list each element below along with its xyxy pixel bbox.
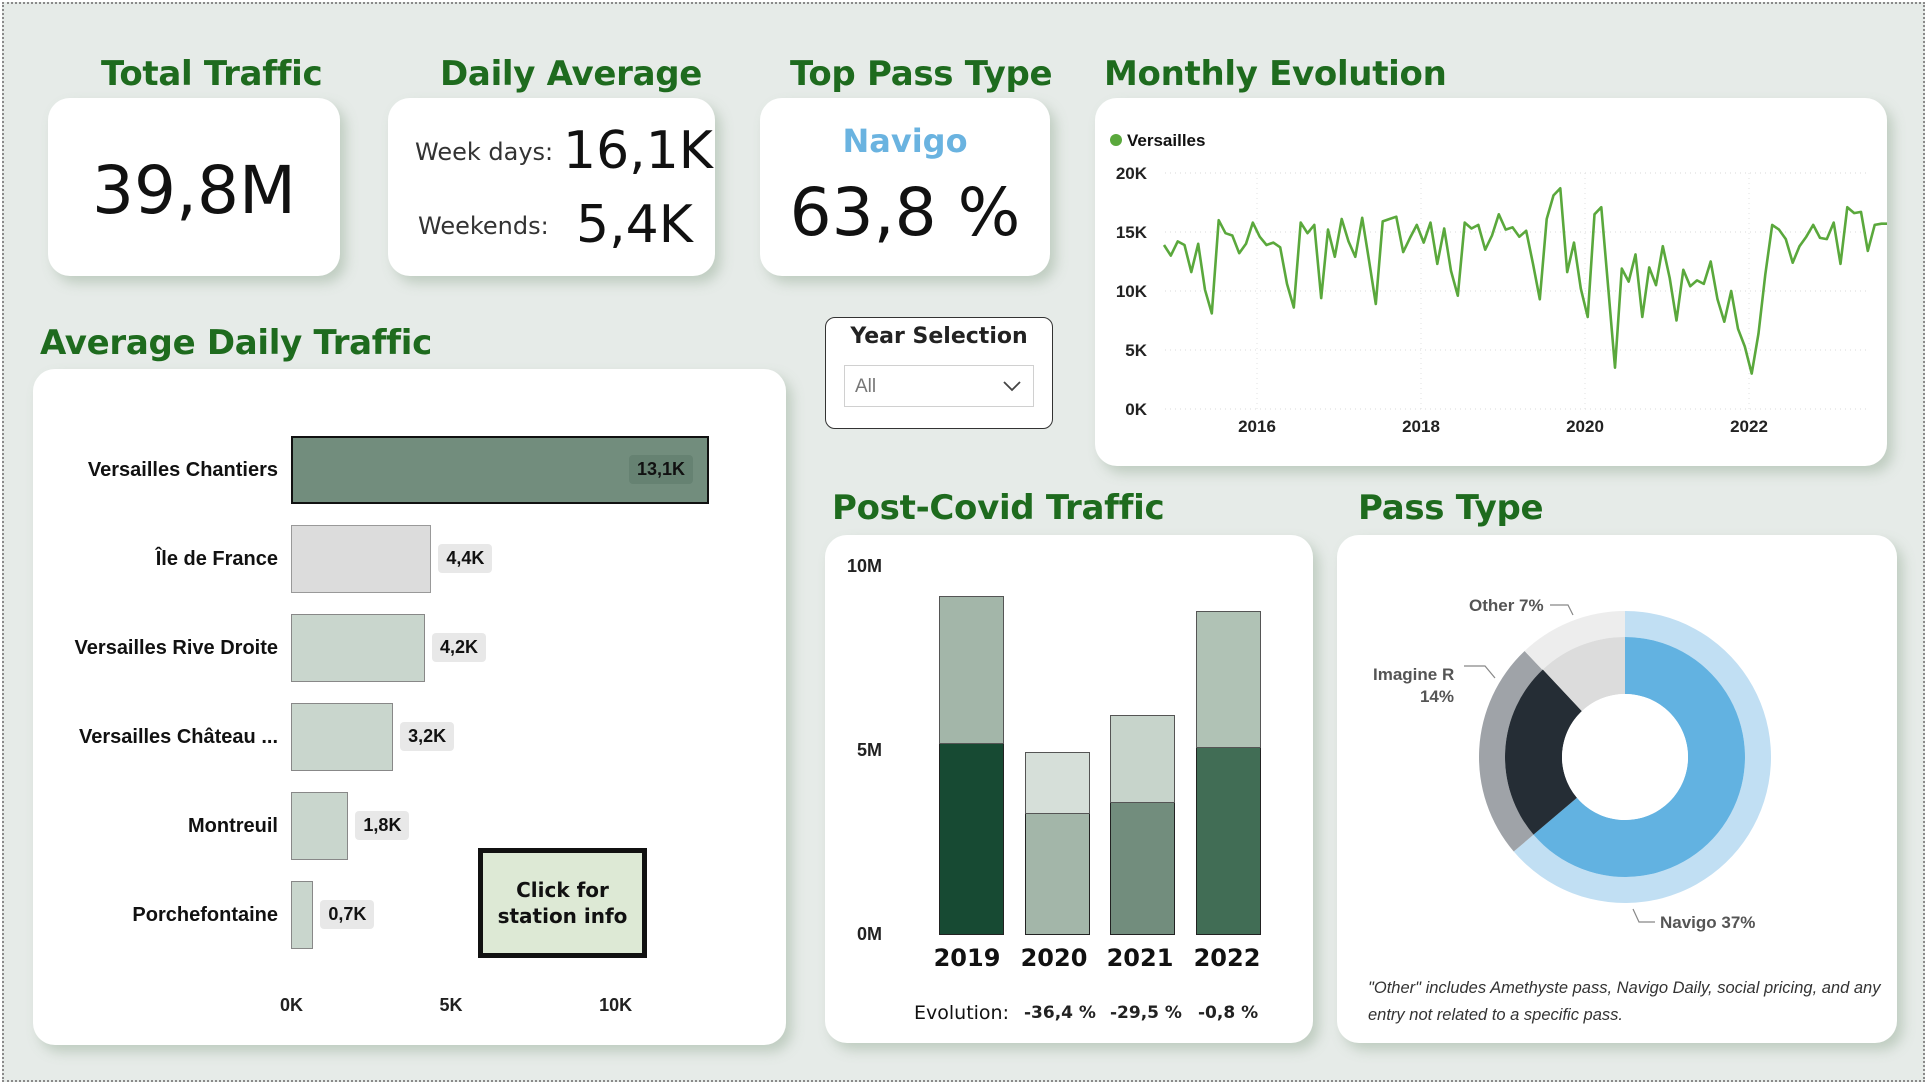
bar-2021-bottom[interactable] <box>1110 801 1175 935</box>
donut-hole <box>1562 694 1688 820</box>
daily-average-title: Daily Average <box>440 54 703 94</box>
year-label-2021: 2021 <box>1106 944 1174 972</box>
bar-value-versailles-chateau: 3,2K <box>400 722 455 751</box>
weekdays-label: Week days: <box>415 138 554 166</box>
bar-value-porchefontaine: 0,7K <box>320 900 375 929</box>
y-tick-label: 15K <box>1116 223 1148 242</box>
pass-type-card: Other 7% Imagine R 14% Navigo 37% <box>1337 535 1897 1043</box>
weekdays-value: 16,1K <box>563 121 713 181</box>
station-info-button[interactable]: Click for station info <box>478 848 647 958</box>
bar-label-versailles-rive-droite: Versailles Rive Droite <box>74 637 278 659</box>
evolution-2020: -36,4 % <box>1024 1003 1096 1023</box>
year-label-2019: 2019 <box>933 944 1001 972</box>
x-tick-label: 2022 <box>1730 417 1768 436</box>
total-traffic-card: 39,8M <box>48 98 340 276</box>
post-covid-title: Post-Covid Traffic <box>832 488 1165 528</box>
bar-label-porchefontaine: Porchefontaine <box>132 904 278 926</box>
leader-line-imagine-r <box>1464 665 1496 679</box>
bar-2022-top[interactable] <box>1196 610 1261 748</box>
total-traffic-value: 39,8M <box>92 152 296 229</box>
year-label-2022: 2022 <box>1193 944 1261 972</box>
top-pass-name: Navigo <box>842 122 968 160</box>
y-tick-label: 20K <box>1116 164 1148 183</box>
year-selection-title: Year Selection <box>850 324 1028 349</box>
evolution-2022: -0,8 % <box>1198 1003 1259 1023</box>
donut-label-imagine-r: Imagine R <box>1373 665 1455 684</box>
monthly-evolution-card: Versailles 0K 5K 10K 15K 20K 2016 2018 2020 202… <box>1095 98 1887 466</box>
monthly-evolution-chart: Versailles 0K 5K 10K 15K 20K 2016 2018 2020 202… <box>1110 131 1887 436</box>
pass-type-note: "Other" includes Amethyste pass, Navigo … <box>1368 979 1881 1025</box>
bar-label-versailles-chantiers: Versailles Chantiers <box>87 459 278 481</box>
x-tick-10k: 10K <box>599 995 633 1015</box>
bar-value-ile-de-france: 4,4K <box>438 544 493 573</box>
bar-label-ile-de-france: Île de France <box>155 548 278 570</box>
daily-average-card: Week days: 16,1K Weekends: 5,4K <box>388 98 715 276</box>
bar-versailles-rive-droite[interactable] <box>291 614 425 682</box>
bar-2019-top[interactable] <box>939 596 1004 745</box>
bar-porchefontaine[interactable] <box>291 881 314 949</box>
x-tick-label: 2016 <box>1238 417 1276 436</box>
evolution-label: Evolution: <box>914 1002 1009 1024</box>
avg-daily-title: Average Daily Traffic <box>40 323 433 363</box>
weekends-value: 5,4K <box>576 195 693 255</box>
bar-label-montreuil: Montreuil <box>188 815 278 837</box>
bar-2020-top[interactable] <box>1025 751 1090 815</box>
versailles-line[interactable] <box>1162 187 1887 375</box>
y-tick-5m: 5M <box>857 740 883 760</box>
y-tick-label: 0K <box>1125 400 1147 419</box>
top-pass-title: Top Pass Type <box>790 54 1053 94</box>
pass-type-donut <box>1464 604 1771 923</box>
x-tick-label: 2020 <box>1566 417 1604 436</box>
x-tick-0k: 0K <box>280 995 304 1015</box>
bar-2019-bottom[interactable] <box>939 742 1004 935</box>
bar-ile-de-france[interactable] <box>291 525 432 593</box>
legend-dot <box>1110 134 1122 146</box>
bar-2021-top[interactable] <box>1110 714 1175 804</box>
x-tick-5k: 5K <box>439 995 463 1015</box>
top-pass-card: Navigo 63,8 % <box>760 98 1050 276</box>
x-tick-label: 2018 <box>1402 417 1440 436</box>
year-label-2020: 2020 <box>1020 944 1088 972</box>
bar-versailles-chateau[interactable] <box>291 703 394 771</box>
donut-label-imagine-r-value: 14% <box>1419 687 1454 706</box>
total-traffic-title: Total Traffic <box>101 54 323 94</box>
bar-value-versailles-chantiers: 13,1K <box>629 455 694 484</box>
bar-label-versailles-chateau: Versailles Château ... <box>79 726 278 748</box>
leader-line-other <box>1550 604 1574 616</box>
y-tick-label: 5K <box>1125 341 1147 360</box>
top-pass-value: 63,8 % <box>789 174 1021 251</box>
year-selection-dropdown[interactable]: All <box>844 365 1034 407</box>
year-selection-value: All <box>855 376 877 397</box>
y-tick-0m: 0M <box>857 924 883 944</box>
year-selection-slicer: Year Selection All <box>825 317 1053 429</box>
pass-type-title: Pass Type <box>1358 488 1544 528</box>
evolution-2021: -29,5 % <box>1110 1003 1182 1023</box>
donut-label-other: Other 7% <box>1469 596 1544 615</box>
bar-2022-bottom[interactable] <box>1196 746 1261 935</box>
weekends-label: Weekends: <box>418 212 549 240</box>
leader-line-navigo <box>1632 908 1655 923</box>
chevron-down-icon <box>1003 381 1021 392</box>
bar-value-montreuil: 1,8K <box>355 811 410 840</box>
y-tick-10m: 10M <box>847 556 883 576</box>
donut-label-navigo: Navigo 37% <box>1660 913 1756 932</box>
bar-montreuil[interactable] <box>291 792 349 860</box>
monthly-evolution-title: Monthly Evolution <box>1104 54 1447 94</box>
bar-value-versailles-rive-droite: 4,2K <box>432 633 487 662</box>
bar-2020-bottom[interactable] <box>1025 812 1090 935</box>
y-tick-label: 10K <box>1116 282 1148 301</box>
legend-label: Versailles <box>1127 131 1205 150</box>
